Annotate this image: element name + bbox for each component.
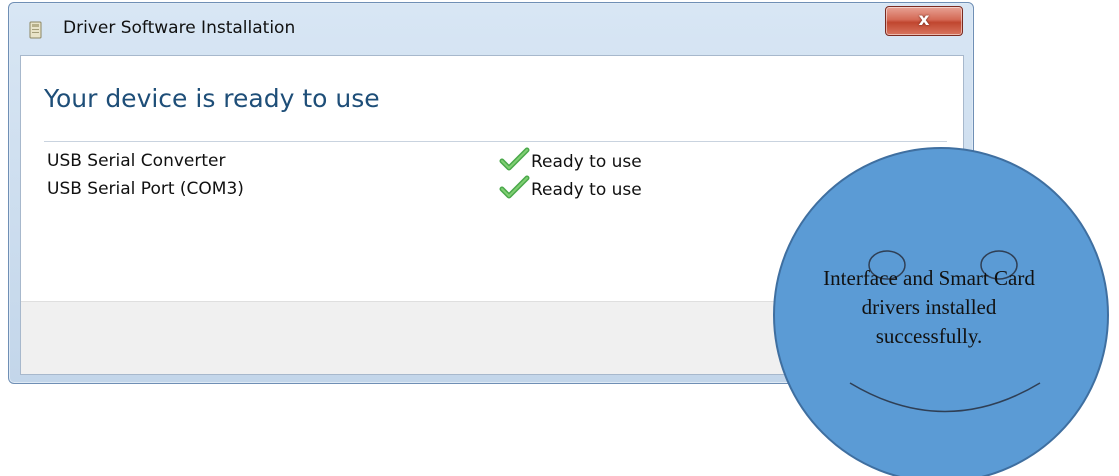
check-icon [499, 147, 530, 171]
title-bar[interactable]: Driver Software Installation x [9, 3, 973, 53]
status-text: Ready to use [531, 152, 642, 172]
check-icon [499, 175, 530, 199]
list-item: USB Serial Converter Ready to use [47, 147, 943, 179]
device-status: Ready to use [499, 175, 642, 201]
installer-icon [29, 21, 42, 39]
callout-text: Interface and Smart Card drivers install… [823, 266, 1035, 348]
divider [44, 141, 947, 142]
close-button[interactable]: x [885, 6, 963, 36]
status-text: Ready to use [531, 180, 642, 200]
close-icon: x [918, 10, 930, 30]
window-title: Driver Software Installation [63, 18, 296, 38]
smiley-mouth [849, 382, 1041, 413]
stage: Driver Software Installation x Your devi… [0, 0, 1119, 476]
page-title: Your device is ready to use [44, 84, 380, 113]
device-list: USB Serial Converter Ready to use USB Se… [47, 147, 943, 207]
device-name: USB Serial Converter [47, 151, 226, 171]
list-item: USB Serial Port (COM3) Ready to use [47, 175, 943, 207]
device-status: Ready to use [499, 147, 642, 173]
device-name: USB Serial Port (COM3) [47, 179, 244, 199]
